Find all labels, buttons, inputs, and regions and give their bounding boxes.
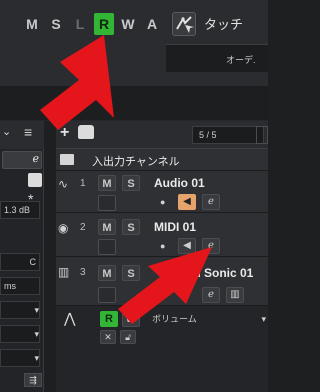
write-automation-button[interactable]: W — [118, 13, 138, 35]
automation-parameter-select[interactable]: ボリューム ▾ — [146, 311, 266, 327]
track-instrument[interactable]: ▥ 3 M S on Sonic 01 ℯ ▥ — [56, 257, 268, 306]
mute-all-button[interactable]: M — [22, 13, 42, 35]
track-counter: 5 / 5 — [192, 126, 264, 144]
read-automation-button[interactable]: R — [94, 13, 114, 35]
list-icon[interactable] — [28, 173, 42, 187]
empty-slot — [98, 287, 116, 303]
output-routing-select[interactable]: ▾ — [0, 325, 40, 343]
mute-automation-button[interactable]: ✕ — [100, 330, 116, 344]
automation-curve-icon: ⋀ — [64, 310, 76, 326]
delay-unit: ms — [4, 281, 16, 291]
track-number: 1 — [80, 178, 86, 189]
divider — [44, 121, 56, 392]
instrument-button[interactable]: ▥ — [226, 287, 244, 303]
track-name[interactable]: MIDI 01 — [154, 220, 196, 234]
lock-button[interactable]: 🔓︎ — [120, 330, 136, 344]
solo-button[interactable]: S — [122, 265, 140, 281]
pan-field[interactable]: C — [0, 253, 40, 271]
piano-icon: ▥ — [58, 265, 70, 279]
automation-lane: ⋀ R W ボリューム ▾ ✕ 🔓︎ — [56, 306, 268, 392]
track-preset-icon[interactable] — [78, 125, 94, 139]
gain-value: 1.3 dB — [4, 205, 31, 215]
edit-button[interactable]: ℯ — [202, 287, 220, 303]
empty-slot — [98, 195, 116, 211]
solo-all-button[interactable]: S — [46, 13, 66, 35]
track-number: 3 — [80, 267, 86, 278]
folder-icon — [60, 154, 74, 165]
add-track-icon[interactable]: + — [60, 124, 69, 142]
automation-parameter-label: ボリューム — [152, 314, 197, 324]
record-icon[interactable]: ● — [160, 197, 165, 207]
close-icon: ✕ — [104, 332, 112, 342]
read-automation-lane-button[interactable]: R — [100, 311, 118, 327]
keyboard-icon: ▥ — [230, 289, 240, 300]
edit-button[interactable]: ℯ — [202, 194, 220, 210]
edit-icon: ℯ — [208, 289, 214, 300]
inspector-panel: ⌄ ≡ ℯ * 1.3 dB C ms ▾ ▾ ▾ ⇶ — [0, 121, 44, 392]
waveform-icon: ∿ — [58, 177, 69, 191]
edit-icon: ℯ — [208, 240, 214, 251]
track-name[interactable]: on Sonic 01 — [186, 266, 253, 280]
chevron-down-icon: ▾ — [261, 314, 266, 324]
chevron-down-icon[interactable]: ⌄ — [2, 125, 11, 138]
speaker-icon: ◀ — [183, 240, 191, 251]
menu-icon[interactable]: ≡ — [24, 124, 32, 140]
solo-button[interactable]: S — [122, 175, 140, 191]
channel-select[interactable]: ▾ — [0, 349, 40, 367]
mute-button[interactable]: M — [98, 265, 116, 281]
monitor-button[interactable]: ◀ — [178, 194, 196, 210]
monitor-button[interactable]: ◀ — [178, 238, 196, 254]
gain-value-field[interactable]: 1.3 dB — [0, 201, 40, 219]
inspector-header: ⌄ ≡ — [0, 121, 44, 149]
edit-icon: ℯ — [208, 196, 214, 207]
io-channels-label: 入出力チャンネル — [92, 156, 180, 168]
edit-icon: ℯ — [32, 153, 39, 165]
track-audio-01[interactable]: ∿ 1 M S Audio 01 ● ◀ ℯ — [56, 171, 268, 213]
settings-button[interactable]: ⇶ — [24, 373, 42, 387]
cubase-window: M S L R W A タッチ オーデ. ⌄ ≡ ℯ * 1.3 dB C ms… — [0, 0, 268, 392]
edit-button[interactable]: ℯ — [202, 238, 220, 254]
folder-track-io[interactable]: 入出力チャンネル — [56, 149, 268, 171]
a-button[interactable]: A — [142, 13, 162, 35]
secondary-label: オーデ. — [226, 55, 256, 65]
record-icon[interactable]: ● — [160, 241, 165, 251]
automation-arrow-icon — [176, 16, 194, 33]
input-routing-select[interactable]: ▾ — [0, 301, 40, 319]
mute-button[interactable]: M — [98, 219, 116, 235]
main-toolbar: M S L R W A タッチ オーデ. — [0, 0, 268, 120]
toolbar-bottom-strip — [0, 86, 268, 120]
track-name[interactable]: Audio 01 — [154, 176, 205, 190]
write-automation-lane-button[interactable]: W — [122, 311, 140, 327]
listen-button[interactable]: L — [70, 13, 90, 35]
midi-icon: ◉ — [58, 221, 69, 235]
pan-value: C — [29, 257, 37, 267]
empty-slot — [98, 239, 116, 255]
automation-mode-button[interactable] — [172, 12, 196, 36]
filter-icon[interactable] — [256, 126, 268, 144]
solo-button[interactable]: S — [122, 219, 140, 235]
track-list-toolbar: + 5 / 5 — [56, 121, 268, 149]
automation-mode-label[interactable]: タッチ — [204, 14, 243, 33]
delay-field[interactable]: ms — [0, 277, 40, 295]
track-midi-01[interactable]: ◉ 2 M S MIDI 01 ● ◀ ℯ — [56, 213, 268, 257]
lock-icon: 🔓︎ — [125, 332, 131, 342]
mute-button[interactable]: M — [98, 175, 116, 191]
edit-channel-button[interactable]: ℯ — [2, 151, 42, 169]
track-number: 2 — [80, 222, 86, 233]
speaker-icon: ◀ — [183, 196, 191, 207]
